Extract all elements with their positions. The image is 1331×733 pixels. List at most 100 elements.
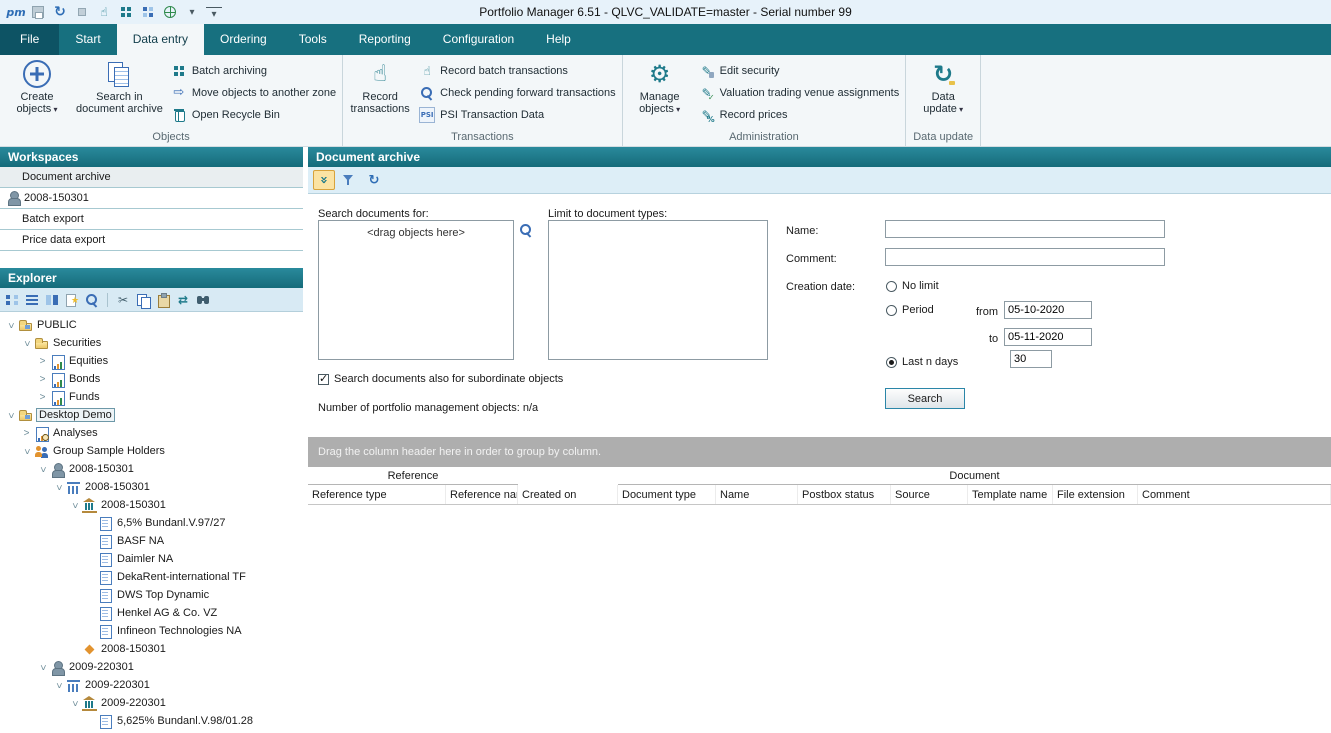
name-input[interactable] <box>885 220 1165 238</box>
workspace-item-document-archive[interactable]: Document archive <box>0 167 303 188</box>
ribbon-button-batch-archiving[interactable]: Batch archiving <box>171 62 336 79</box>
expander-icon[interactable]: > <box>21 445 32 458</box>
tree-item-analyses[interactable]: >Analyses <box>0 424 303 442</box>
ribbon-button-record-prices[interactable]: Record prices <box>699 106 900 123</box>
to-date-input[interactable] <box>1004 328 1092 346</box>
tree-item-2009-220301[interactable]: >2009-220301 <box>0 676 303 694</box>
column-header-file-extension[interactable]: File extension <box>1053 485 1138 504</box>
expander-icon[interactable]: > <box>37 661 48 674</box>
tree-item-infineon-technologies-na[interactable]: Infineon Technologies NA <box>0 622 303 640</box>
tree-item-dws-top-dynamic[interactable]: DWS Top Dynamic <box>0 586 303 604</box>
copy-icon[interactable] <box>135 292 151 308</box>
tree-item-henkel-ag-co-vz[interactable]: Henkel AG & Co. VZ <box>0 604 303 622</box>
save-icon[interactable] <box>30 4 46 20</box>
app-logo-icon[interactable] <box>8 4 24 20</box>
expander-icon[interactable]: > <box>36 392 49 403</box>
filter-button[interactable] <box>338 170 360 190</box>
tree-item-2009-220301[interactable]: >2009-220301 <box>0 658 303 676</box>
tree-item-group-sample-holders[interactable]: >Group Sample Holders <box>0 442 303 460</box>
workspace-item-2008-150301[interactable]: 2008-150301 <box>0 188 303 209</box>
ribbon-button-valuation-trading-venue-assignments[interactable]: Valuation trading venue assignments <box>699 84 900 101</box>
expander-icon[interactable]: > <box>5 319 16 332</box>
ribbon-button-open-recycle-bin[interactable]: Open Recycle Bin <box>171 106 336 123</box>
expander-icon[interactable]: > <box>53 481 64 494</box>
stop-icon[interactable] <box>74 4 90 20</box>
tab-reporting[interactable]: Reporting <box>343 24 427 55</box>
ribbon-button-check-pending-forward-transactions[interactable]: Check pending forward transactions <box>419 84 615 101</box>
column-header-source[interactable]: Source <box>891 485 968 504</box>
group-by-bar[interactable]: Drag the column header here in order to … <box>308 437 1331 467</box>
column-header-reference-name[interactable]: Reference name <box>446 485 518 504</box>
column-header-created-on[interactable]: Created on <box>518 485 618 504</box>
tab-tools[interactable]: Tools <box>283 24 343 55</box>
column-header-document-type[interactable]: Document type <box>618 485 716 504</box>
refresh-objects-button[interactable] <box>363 170 385 190</box>
columns-view-icon[interactable] <box>44 292 60 308</box>
tree-item-2009-220301[interactable]: >2009-220301 <box>0 694 303 712</box>
ribbon-button-move-objects-to-another-zone[interactable]: Move objects to another zone <box>171 84 336 101</box>
tiles-icon[interactable] <box>140 4 156 20</box>
caret-down-icon[interactable] <box>184 4 200 20</box>
ribbon-button-psi-transaction-data[interactable]: PSI Transaction Data <box>419 106 615 123</box>
tab-data-entry[interactable]: Data entry <box>117 24 204 55</box>
globe-icon[interactable] <box>162 4 178 20</box>
document-types-listbox[interactable] <box>548 220 768 360</box>
cut-icon[interactable] <box>115 292 131 308</box>
find-icon[interactable] <box>195 292 211 308</box>
ribbon-button-record-batch-transactions[interactable]: Record batch transactions <box>419 62 615 79</box>
tab-help[interactable]: Help <box>530 24 587 55</box>
tree-item-2008-150301[interactable]: >2008-150301 <box>0 478 303 496</box>
tree-view-icon[interactable] <box>4 292 20 308</box>
column-header-name[interactable]: Name <box>716 485 798 504</box>
qat-customize-icon[interactable] <box>206 4 222 20</box>
tree-item-2008-150301[interactable]: 2008-150301 <box>0 640 303 658</box>
expander-icon[interactable]: > <box>36 356 49 367</box>
expander-icon[interactable]: > <box>36 374 49 385</box>
expander-icon[interactable]: > <box>69 499 80 512</box>
tree-item-bonds[interactable]: >Bonds <box>0 370 303 388</box>
tree-item-basf-na[interactable]: BASF NA <box>0 532 303 550</box>
expander-icon[interactable]: > <box>69 697 80 710</box>
from-date-input[interactable] <box>1004 301 1092 319</box>
expander-icon[interactable]: > <box>21 337 32 350</box>
expander-icon[interactable]: > <box>37 463 48 476</box>
tree-item-5-625-bundanl-v-98-01-28[interactable]: 5,625% Bundanl.V.98/01.28 <box>0 712 303 730</box>
tree-item-2008-150301[interactable]: >2008-150301 <box>0 496 303 514</box>
tab-file[interactable]: File <box>0 24 59 55</box>
ribbon-button-record-transactions[interactable]: Recordtransactions <box>349 57 411 130</box>
search-button[interactable]: Search <box>885 388 965 409</box>
radio-no-limit[interactable] <box>886 281 897 292</box>
tree-item-public[interactable]: >PUBLIC <box>0 316 303 334</box>
ribbon-button-data-update[interactable]: Dataupdate ▾ <box>912 57 974 130</box>
subordinate-checkbox[interactable] <box>318 374 329 385</box>
drag-objects-dropzone[interactable]: <drag objects here> <box>318 220 514 360</box>
tree-item-daimler-na[interactable]: Daimler NA <box>0 550 303 568</box>
tree-item-funds[interactable]: >Funds <box>0 388 303 406</box>
tree-item-2008-150301[interactable]: >2008-150301 <box>0 460 303 478</box>
ribbon-button-edit-security[interactable]: Edit security <box>699 62 900 79</box>
list-view-icon[interactable] <box>24 292 40 308</box>
hand-grid-icon[interactable] <box>96 4 112 20</box>
tree-item-securities[interactable]: >Securities <box>0 334 303 352</box>
expander-icon[interactable]: > <box>53 679 64 692</box>
tree-item-equities[interactable]: >Equities <box>0 352 303 370</box>
column-header-template-name[interactable]: Template name <box>968 485 1053 504</box>
tab-start[interactable]: Start <box>59 24 116 55</box>
new-object-icon[interactable] <box>64 292 80 308</box>
tree-item-6-5-bundanl-v-97-27[interactable]: 6,5% Bundanl.V.97/27 <box>0 514 303 532</box>
search-icon[interactable] <box>84 292 100 308</box>
radio-period[interactable] <box>886 305 897 316</box>
tree-item-desktop-demo[interactable]: >Desktop Demo <box>0 406 303 424</box>
compare-icon[interactable] <box>175 292 191 308</box>
grid-icon[interactable] <box>118 4 134 20</box>
radio-last-n-days[interactable] <box>886 357 897 368</box>
ribbon-button-search-in-document-archive[interactable]: Search indocument archive <box>76 57 163 130</box>
refresh-icon[interactable] <box>52 4 68 20</box>
tab-ordering[interactable]: Ordering <box>204 24 283 55</box>
tree-item-dekarent-international-tf[interactable]: DekaRent-international TF <box>0 568 303 586</box>
workspace-item-batch-export[interactable]: Batch export <box>0 209 303 230</box>
last-n-days-input[interactable] <box>1010 350 1052 368</box>
comment-input[interactable] <box>885 248 1165 266</box>
search-objects-icon[interactable] <box>518 222 534 238</box>
tab-configuration[interactable]: Configuration <box>427 24 530 55</box>
